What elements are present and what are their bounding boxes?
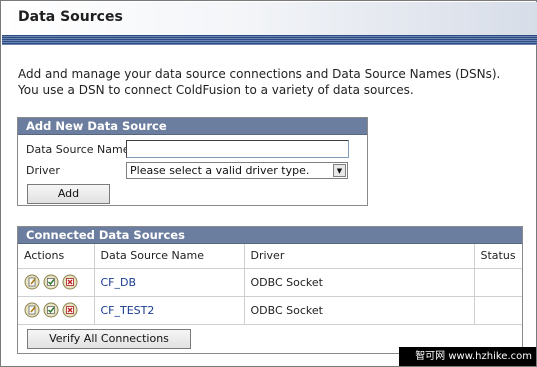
window-frame: Data Sources Add and manage your data so… xyxy=(0,0,537,367)
column-header-status: Status xyxy=(473,244,522,269)
table-header-row: Actions Data Source Name Driver Status xyxy=(18,244,522,269)
intro-text: Add and manage your data source connecti… xyxy=(18,66,518,98)
title-stripe xyxy=(2,35,537,45)
column-header-actions: Actions xyxy=(18,244,95,269)
table-row: CF_DB ODBC Socket xyxy=(18,267,522,297)
data-source-name-label: Data Source Name xyxy=(26,143,130,156)
row-name-cell: CF_DB xyxy=(93,267,245,297)
dsn-link[interactable]: CF_TEST2 xyxy=(101,304,155,317)
driver-select[interactable]: Please select a valid driver type. ▼ xyxy=(126,162,348,179)
column-header-driver: Driver xyxy=(243,244,475,269)
verify-icon[interactable] xyxy=(43,302,59,318)
edit-icon[interactable] xyxy=(24,302,40,318)
connected-data-sources-panel: Connected Data Sources Actions Data Sour… xyxy=(17,226,523,354)
verify-icon[interactable] xyxy=(43,274,59,290)
page-title: Data Sources xyxy=(18,9,123,25)
add-data-source-panel: Add New Data Source Data Source Name Dri… xyxy=(17,117,368,206)
data-sources-table: Actions Data Source Name Driver Status C… xyxy=(18,244,522,325)
intro-line-1: Add and manage your data source connecti… xyxy=(18,67,501,81)
table-row: CF_TEST2 ODBC Socket xyxy=(18,295,522,325)
row-actions xyxy=(18,267,95,297)
add-button[interactable]: Add xyxy=(27,184,110,204)
data-source-name-input[interactable] xyxy=(126,140,349,158)
verify-all-connections-button[interactable]: Verify All Connections xyxy=(27,328,191,349)
row-name-cell: CF_TEST2 xyxy=(93,295,245,325)
row-actions xyxy=(18,295,95,325)
row-status-cell xyxy=(473,267,522,297)
dsn-link[interactable]: CF_DB xyxy=(101,276,137,289)
watermark: 智可网 www.hzhike.com xyxy=(399,347,536,366)
driver-label: Driver xyxy=(26,164,60,177)
intro-line-2: You use a DSN to connect ColdFusion to a… xyxy=(18,83,414,97)
row-driver-cell: ODBC Socket xyxy=(243,267,475,297)
delete-icon[interactable] xyxy=(62,274,78,290)
driver-select-value: Please select a valid driver type. xyxy=(130,164,310,177)
edit-icon[interactable] xyxy=(24,274,40,290)
row-driver-cell: ODBC Socket xyxy=(243,295,475,325)
add-panel-title: Add New Data Source xyxy=(18,118,367,135)
column-header-name: Data Source Name xyxy=(93,244,245,269)
delete-icon[interactable] xyxy=(62,302,78,318)
connected-panel-title: Connected Data Sources xyxy=(18,227,522,244)
title-bar: Data Sources xyxy=(2,2,537,35)
row-status-cell xyxy=(473,295,522,325)
dropdown-arrow-icon[interactable]: ▼ xyxy=(333,164,346,177)
